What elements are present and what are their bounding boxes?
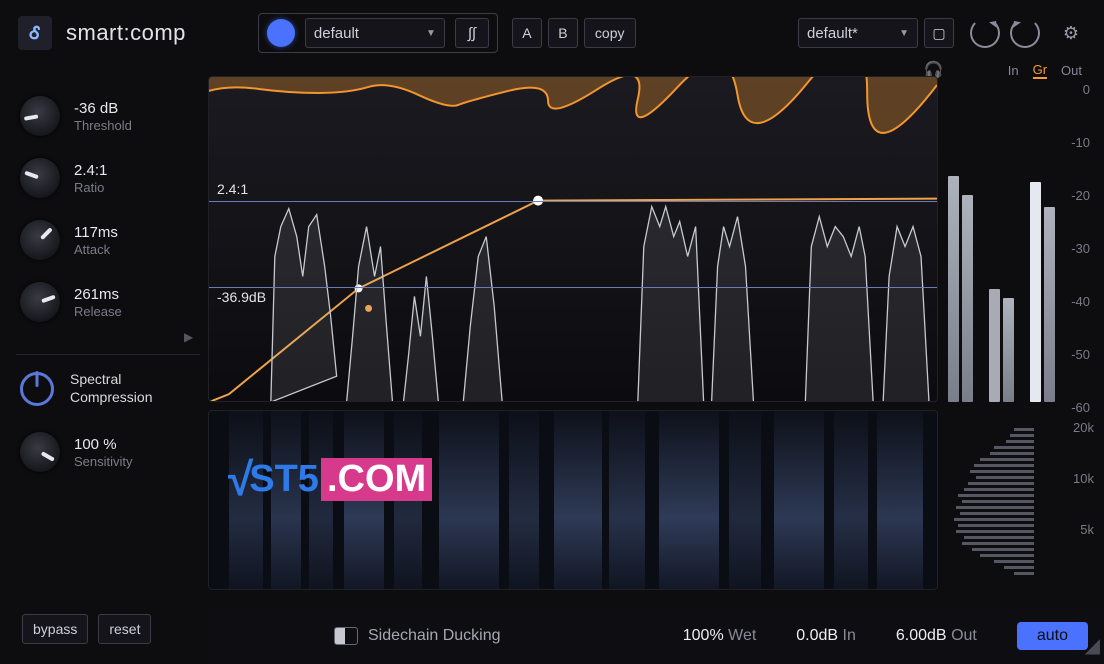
chevron-down-icon: ▼: [899, 28, 909, 39]
save-icon: ▢: [932, 25, 945, 42]
compressor-graph[interactable]: 2.4:1 -36.9dB: [208, 76, 938, 402]
release-label: Release: [74, 304, 122, 319]
freq-scale: 20k 10k 5k: [1073, 420, 1094, 537]
wave-icon: ∫∫: [468, 25, 476, 42]
sensitivity-value[interactable]: 100 %: [74, 436, 133, 454]
state-b-button[interactable]: B: [548, 18, 578, 48]
threshold-line-label: -36.9dB: [217, 289, 266, 305]
level-meters: [948, 88, 1052, 402]
ratio-label: Ratio: [74, 180, 107, 195]
meter-tab-in[interactable]: In: [1008, 63, 1019, 78]
bypass-button[interactable]: bypass: [22, 614, 88, 644]
output-gain-readout[interactable]: 6.00dB Out: [896, 627, 977, 645]
watermark-text-b: .COM: [321, 458, 432, 501]
preset-dropdown[interactable]: default* ▼: [798, 18, 918, 48]
sidechain-label: Sidechain Ducking: [368, 627, 501, 645]
ratio-param: 2.4:1 Ratio: [20, 158, 198, 198]
db-scale: 0 -10 -20 -30 -40 -50 -60: [1071, 82, 1090, 415]
sidebar-divider: [16, 354, 200, 355]
param-sidebar: -36 dB Threshold 2.4:1 Ratio 117ms Attac…: [0, 96, 198, 494]
input-waveform: [271, 207, 929, 402]
ratio-line-label: 2.4:1: [217, 181, 248, 197]
ratio-knob[interactable]: [20, 158, 60, 198]
preset-group: default* ▼ ▢: [798, 18, 954, 48]
release-knob[interactable]: [20, 282, 60, 322]
wet-readout[interactable]: 100% Wet: [683, 627, 757, 645]
bottom-bar: Sidechain Ducking 100% Wet 0.0dB In 6.00…: [208, 608, 1104, 664]
sensitivity-knob[interactable]: [20, 432, 60, 472]
ratio-line[interactable]: [209, 201, 937, 202]
attack-knob[interactable]: [20, 220, 60, 260]
attack-value[interactable]: 117ms: [74, 224, 118, 242]
watermark-text-a: ST5: [249, 458, 319, 501]
save-preset-button[interactable]: ▢: [924, 18, 954, 48]
freq-histogram: [952, 420, 1034, 590]
input-gain-readout[interactable]: 0.0dB In: [796, 627, 856, 645]
sidechain-toggle[interactable]: Sidechain Ducking: [334, 627, 501, 645]
settings-button[interactable]: ⚙: [1056, 18, 1086, 48]
sensitivity-param: 100 % Sensitivity: [20, 432, 198, 472]
release-param: 261ms Release: [20, 282, 198, 322]
meter-tab-strip: 🎧 In Gr Out: [924, 60, 1082, 80]
ratio-value[interactable]: 2.4:1: [74, 162, 107, 180]
resize-grip-icon[interactable]: ◢: [1085, 633, 1096, 658]
threshold-value[interactable]: -36 dB: [74, 100, 132, 118]
chevron-down-icon: ▼: [426, 28, 436, 39]
preset-dropdown-label: default*: [807, 25, 858, 42]
profile-dropdown-label: default: [314, 25, 359, 42]
watermark: √ ST5 .COM: [228, 452, 432, 506]
threshold-knob[interactable]: [20, 96, 60, 136]
product-title: smart:comp: [66, 20, 186, 46]
main-display: 2.4:1 -36.9dB: [208, 76, 938, 590]
gain-reduction-fill: [209, 77, 937, 133]
undo-button[interactable]: [970, 18, 1000, 48]
profile-dropdown[interactable]: default ▼: [305, 18, 445, 48]
brand-logo: Ꮄ: [18, 16, 52, 50]
learn-button[interactable]: [267, 19, 295, 47]
spectral-compression-toggle[interactable]: Spectral Compression: [20, 371, 198, 406]
release-value[interactable]: 261ms: [74, 286, 122, 304]
learn-group: default ▼ ∫∫: [258, 13, 498, 53]
expand-arrow-icon[interactable]: ▶: [184, 330, 198, 344]
redo-button[interactable]: [1010, 18, 1040, 48]
output-meter: [1030, 88, 1055, 402]
spectral-label: Spectral Compression: [70, 371, 152, 406]
top-bar: Ꮄ smart:comp default ▼ ∫∫ A B copy defau…: [0, 0, 1104, 66]
gr-meter: [989, 88, 1014, 402]
reset-button[interactable]: reset: [98, 614, 151, 644]
ab-compare-group: A B copy: [512, 18, 636, 48]
threshold-line[interactable]: [209, 287, 937, 288]
profile-wave-button[interactable]: ∫∫: [455, 18, 489, 48]
gear-icon: ⚙: [1063, 23, 1079, 44]
toggle-icon: [334, 627, 358, 645]
attack-label: Attack: [74, 242, 118, 257]
auto-gain-button[interactable]: auto: [1017, 622, 1088, 650]
threshold-label: Threshold: [74, 118, 132, 133]
input-meter: [948, 88, 973, 402]
copy-button[interactable]: copy: [584, 18, 636, 48]
attack-param: 117ms Attack: [20, 220, 198, 260]
meter-tab-out[interactable]: Out: [1061, 63, 1082, 78]
power-icon: [20, 372, 54, 406]
threshold-param: -36 dB Threshold: [20, 96, 198, 136]
meter-tab-gr[interactable]: Gr: [1033, 62, 1047, 79]
state-a-button[interactable]: A: [512, 18, 542, 48]
sensitivity-label: Sensitivity: [74, 454, 133, 469]
